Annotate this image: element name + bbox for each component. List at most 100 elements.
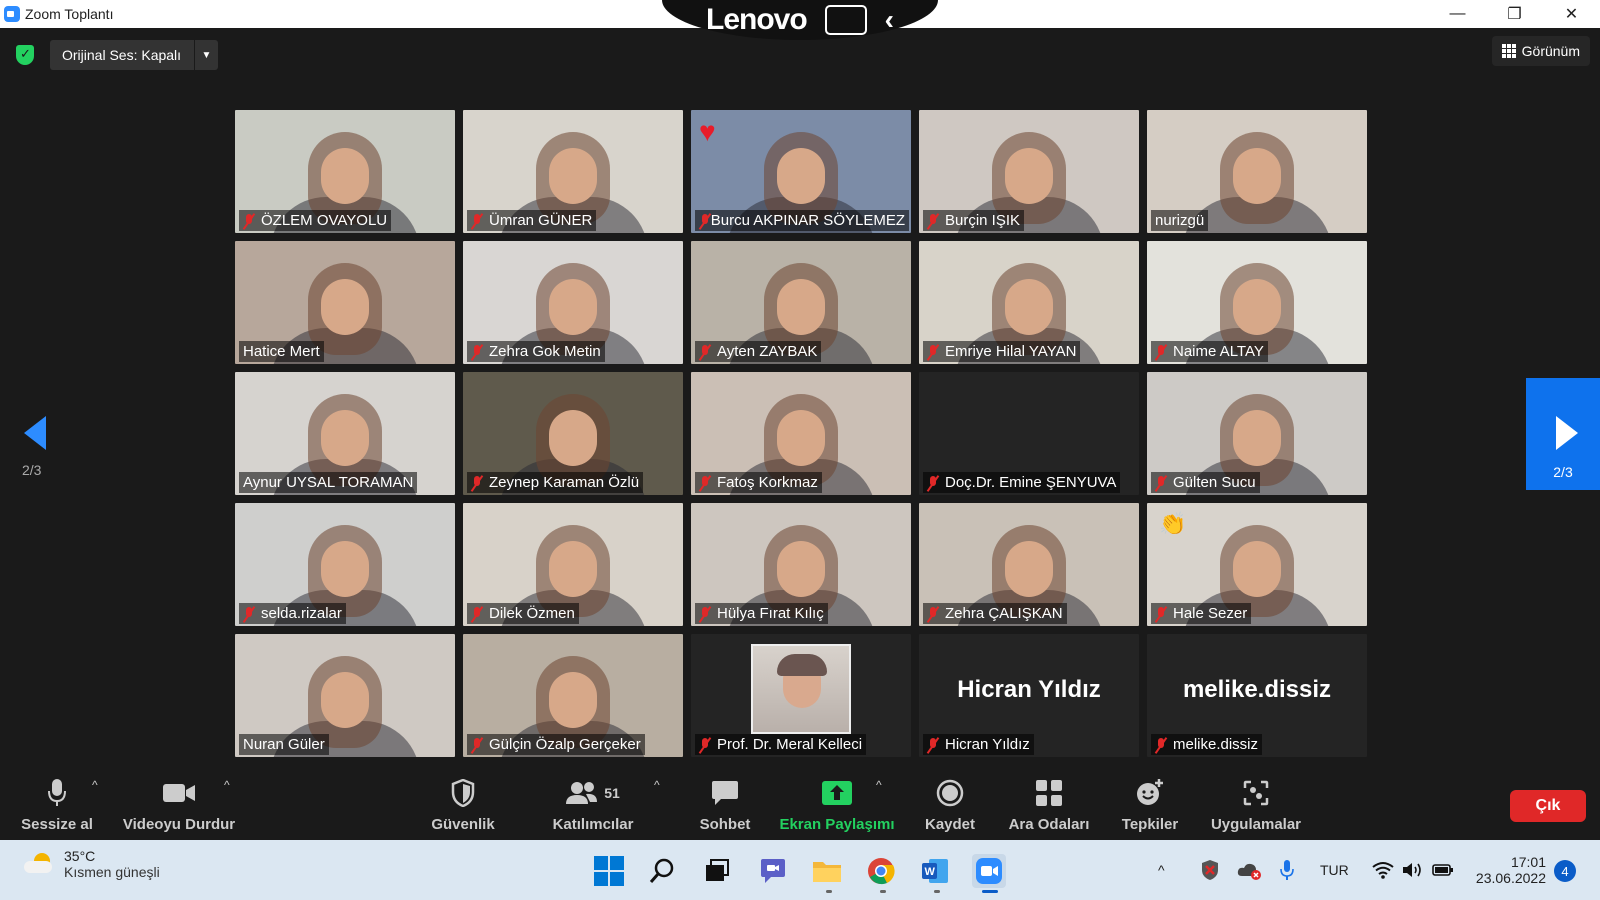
muted-microphone-icon	[1155, 606, 1167, 622]
participants-count: 51	[604, 785, 620, 801]
wifi-icon[interactable]	[1372, 840, 1394, 900]
participant-name-tag: Doç.Dr. Emine ŞENYUVA	[923, 472, 1121, 493]
weather-widget[interactable]: 35°C Kısmen güneşli	[24, 848, 160, 880]
participant-tile[interactable]: Zehra Gok Metin	[463, 241, 683, 364]
participant-tile[interactable]: Zehra ÇALIŞKAN	[919, 503, 1139, 626]
stop-video-button[interactable]: Videoyu Durdur	[120, 776, 238, 833]
start-menu-icon[interactable]	[592, 854, 626, 888]
window-controls: — ❐ ✕	[1429, 0, 1600, 28]
participant-tile[interactable]: selda.rizalar	[235, 503, 455, 626]
participant-tile[interactable]: ♥ Burcu AKPINAR SÖYLEMEZ	[691, 110, 911, 233]
participant-tile[interactable]: Hatice Mert	[235, 241, 455, 364]
participant-name-tag: Dilek Özmen	[467, 603, 579, 624]
participant-tile[interactable]: Hülya Fırat Kılıç	[691, 503, 911, 626]
muted-microphone-icon	[927, 737, 939, 753]
battery-charging-icon[interactable]	[1432, 840, 1454, 900]
participant-tile[interactable]: Emriye Hilal YAYAN	[919, 241, 1139, 364]
participants-button[interactable]: 51 Katılımcılar	[548, 776, 638, 833]
participant-tile[interactable]: 👏 Hale Sezer	[1147, 503, 1367, 626]
participant-tile[interactable]: melike.dissiz melike.dissiz	[1147, 634, 1367, 757]
mute-button[interactable]: Sessize al	[18, 776, 96, 833]
restore-button[interactable]: ❐	[1486, 0, 1543, 28]
breakout-rooms-icon	[1006, 776, 1092, 810]
show-hidden-icons-button[interactable]: ^	[1158, 840, 1165, 900]
participant-name: Dilek Özmen	[489, 605, 575, 622]
participant-tile[interactable]: Gülten Sucu	[1147, 372, 1367, 495]
participant-name-tag: Burcu AKPINAR SÖYLEMEZ	[695, 210, 909, 231]
participant-tile[interactable]: Burçin IŞIK	[919, 110, 1139, 233]
system-clock[interactable]: 17:01 23.06.2022	[1470, 854, 1546, 886]
participant-name: Naime ALTAY	[1173, 343, 1264, 360]
participant-name: Prof. Dr. Meral Kelleci	[717, 736, 863, 753]
security-button[interactable]: Güvenlik	[428, 776, 498, 833]
participant-tile[interactable]: Doç.Dr. Emine ŞENYUVA	[919, 372, 1139, 495]
leave-button[interactable]: Çık	[1510, 790, 1586, 822]
participant-tile[interactable]: ÖZLEM OVAYOLU	[235, 110, 455, 233]
muted-microphone-icon	[927, 344, 939, 360]
participant-tile[interactable]: Nuran Güler	[235, 634, 455, 757]
previous-page-button[interactable]: 2/3	[22, 416, 62, 486]
original-audio-toggle[interactable]: Orijinal Ses: Kapalı ▼	[50, 40, 218, 70]
participant-tile[interactable]: Ayten ZAYBAK	[691, 241, 911, 364]
video-gallery: ÖZLEM OVAYOLU Ümran GÜNER ♥ Burcu AKPINAR S…	[235, 110, 1367, 758]
input-language[interactable]: TUR	[1320, 840, 1349, 900]
volume-icon[interactable]	[1402, 840, 1424, 900]
participant-tile[interactable]: Aynur UYSAL TORAMAN	[235, 372, 455, 495]
word-icon[interactable]: W	[918, 854, 952, 888]
teams-chat-icon[interactable]	[756, 854, 790, 888]
task-view-icon[interactable]	[700, 854, 734, 888]
audio-options-caret-icon[interactable]: ^	[92, 778, 98, 792]
view-button[interactable]: Görünüm	[1491, 36, 1590, 66]
share-screen-label: Ekran Paylaşımı	[779, 816, 895, 833]
record-icon	[920, 776, 980, 810]
file-explorer-icon[interactable]	[810, 854, 844, 888]
participant-name: Hale Sezer	[1173, 605, 1248, 622]
participant-tile[interactable]: Ümran GÜNER	[463, 110, 683, 233]
close-button[interactable]: ✕	[1543, 0, 1600, 28]
security-shield-icon[interactable]	[16, 45, 34, 65]
minimize-button[interactable]: —	[1429, 0, 1486, 28]
zoom-logo-icon	[4, 6, 20, 22]
reactions-button[interactable]: Tepkiler	[1116, 776, 1184, 833]
next-page-button[interactable]: 2/3	[1526, 378, 1600, 490]
apps-button[interactable]: Uygulamalar	[1204, 776, 1308, 833]
notification-count-badge[interactable]: 4	[1554, 860, 1576, 882]
meeting-toolbar: Sessize al ^ Videoyu Durdur ^ Güvenlik 5…	[0, 770, 1600, 840]
muted-microphone-icon	[699, 344, 711, 360]
share-options-caret-icon[interactable]: ^	[876, 778, 882, 792]
participant-tile[interactable]: nurizgü	[1147, 110, 1367, 233]
breakout-rooms-button[interactable]: Ara Odaları	[1006, 776, 1092, 833]
microphone-tray-icon[interactable]	[1280, 840, 1294, 900]
chat-button[interactable]: Sohbet	[692, 776, 758, 833]
muted-microphone-icon	[699, 475, 711, 491]
apps-label: Uygulamalar	[1210, 816, 1302, 833]
participant-tile[interactable]: Fatoş Korkmaz	[691, 372, 911, 495]
participant-name: melike.dissiz	[1173, 736, 1259, 753]
record-label: Kaydet	[924, 816, 976, 833]
chrome-icon[interactable]	[864, 854, 898, 888]
participant-name-tag: Zehra ÇALIŞKAN	[923, 603, 1067, 624]
participant-name: ÖZLEM OVAYOLU	[261, 212, 388, 229]
video-options-caret-icon[interactable]: ^	[224, 778, 230, 792]
caret-down-icon[interactable]: ▼	[194, 40, 218, 70]
clap-reaction-icon: 👏	[1159, 511, 1187, 536]
record-button[interactable]: Kaydet	[920, 776, 980, 833]
onedrive-error-icon[interactable]	[1236, 840, 1262, 900]
participant-tile[interactable]: Zeynep Karaman Özlü	[463, 372, 683, 495]
muted-microphone-icon	[471, 344, 483, 360]
explorer-running-indicator	[826, 890, 832, 893]
participant-name-tag: Gülten Sucu	[1151, 472, 1260, 493]
zoom-taskbar-icon[interactable]	[972, 854, 1006, 888]
participant-tile[interactable]: Prof. Dr. Meral Kelleci	[691, 634, 911, 757]
participant-name-tag: Ayten ZAYBAK	[695, 341, 822, 362]
stop-video-label: Videoyu Durdur	[122, 816, 236, 833]
participants-caret-icon[interactable]: ^	[654, 778, 660, 792]
muted-microphone-icon	[1155, 344, 1167, 360]
participant-tile[interactable]: Hicran Yıldız Hicran Yıldız	[919, 634, 1139, 757]
search-icon[interactable]	[646, 854, 680, 888]
defender-icon[interactable]	[1200, 840, 1220, 900]
participant-tile[interactable]: Gülçin Özalp Gerçeker	[463, 634, 683, 757]
participant-name: Ayten ZAYBAK	[717, 343, 818, 360]
participant-tile[interactable]: Dilek Özmen	[463, 503, 683, 626]
participant-tile[interactable]: Naime ALTAY	[1147, 241, 1367, 364]
